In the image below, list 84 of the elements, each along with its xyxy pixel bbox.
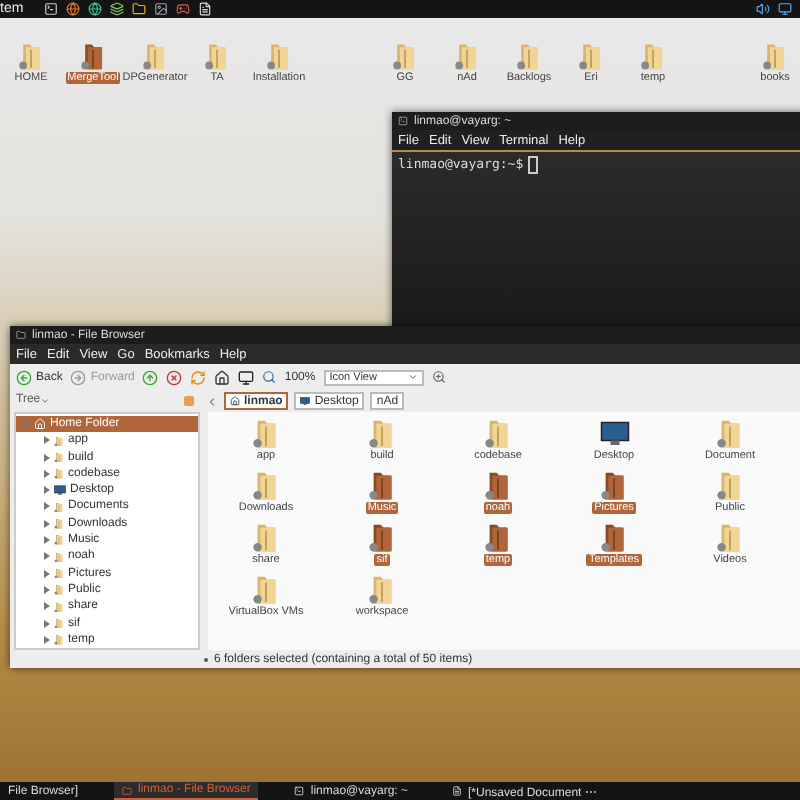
cursor bbox=[527, 156, 538, 174]
folder-icon bbox=[18, 42, 44, 71]
globe-icon[interactable] bbox=[65, 2, 80, 16]
folder-icon bbox=[54, 634, 64, 646]
folder-icon bbox=[516, 42, 542, 71]
expander-icon[interactable] bbox=[42, 536, 50, 545]
forward-icon bbox=[70, 369, 87, 385]
folder-icon bbox=[142, 42, 168, 71]
folder-icon bbox=[716, 470, 744, 501]
folder-icon bbox=[368, 574, 396, 605]
folder-icon bbox=[54, 551, 64, 563]
monitor-icon bbox=[300, 396, 311, 406]
zoom-icon[interactable] bbox=[431, 370, 446, 384]
terminal-icon bbox=[294, 786, 305, 796]
folder-icon bbox=[80, 42, 106, 71]
folder-icon bbox=[600, 522, 628, 553]
folder-icon bbox=[54, 534, 64, 546]
folder-icon bbox=[204, 42, 230, 71]
gamepad-icon[interactable] bbox=[175, 2, 190, 16]
up-icon[interactable] bbox=[142, 369, 159, 385]
folder-icon bbox=[484, 522, 512, 553]
terminal-icon[interactable] bbox=[43, 2, 58, 16]
expander-icon[interactable] bbox=[42, 552, 50, 561]
caret-icon bbox=[407, 372, 418, 382]
folder-icon bbox=[392, 42, 418, 71]
monitor-icon bbox=[54, 484, 66, 497]
zoom-icon[interactable] bbox=[262, 370, 277, 384]
volume-icon[interactable] bbox=[756, 2, 770, 16]
folder-icon bbox=[54, 468, 64, 480]
home-icon bbox=[34, 417, 46, 430]
folder-icon bbox=[54, 501, 64, 513]
folder-icon bbox=[368, 470, 396, 501]
folder-icon bbox=[368, 522, 396, 553]
stop-icon[interactable] bbox=[166, 369, 183, 385]
document-icon[interactable] bbox=[197, 2, 212, 16]
expander-icon[interactable] bbox=[42, 585, 50, 594]
expander-icon[interactable] bbox=[42, 486, 50, 495]
folder-icon bbox=[252, 574, 280, 605]
folder-icon bbox=[716, 418, 744, 449]
folder-icon bbox=[484, 470, 512, 501]
folder-icon bbox=[600, 470, 628, 501]
folder-icon bbox=[640, 42, 666, 71]
home-icon[interactable] bbox=[214, 369, 231, 385]
folder-icon bbox=[454, 42, 480, 71]
folder-icon bbox=[368, 418, 396, 449]
folder-icon[interactable] bbox=[131, 2, 146, 16]
folder-icon bbox=[266, 42, 292, 71]
home-icon bbox=[230, 396, 240, 406]
folder-icon bbox=[484, 418, 512, 449]
scroll-left-icon[interactable] bbox=[206, 395, 218, 407]
expander-icon[interactable] bbox=[42, 519, 50, 528]
expander-icon[interactable] bbox=[42, 602, 50, 611]
folder-icon bbox=[54, 567, 64, 579]
folder-icon bbox=[54, 518, 64, 530]
folder-icon bbox=[54, 584, 64, 596]
image-icon[interactable] bbox=[153, 2, 168, 16]
back-icon bbox=[16, 369, 32, 385]
layers-icon[interactable] bbox=[109, 2, 124, 16]
monitor-icon bbox=[599, 418, 629, 448]
folder-icon bbox=[122, 785, 133, 795]
folder-icon bbox=[252, 470, 280, 501]
monitor-icon[interactable] bbox=[778, 2, 792, 16]
expander-icon[interactable] bbox=[42, 453, 50, 462]
folder-icon bbox=[16, 330, 26, 340]
computer-icon[interactable] bbox=[238, 369, 255, 385]
folder-icon bbox=[762, 42, 788, 71]
expander-icon[interactable] bbox=[42, 569, 50, 578]
folder-icon bbox=[252, 522, 280, 553]
expander-icon[interactable] bbox=[42, 635, 50, 644]
expander-icon[interactable] bbox=[42, 619, 50, 628]
folder-icon bbox=[252, 418, 280, 449]
terminal-icon bbox=[398, 116, 408, 126]
folder-icon bbox=[54, 451, 64, 463]
folder-icon bbox=[54, 617, 64, 629]
caret-icon bbox=[40, 395, 51, 406]
expander-icon[interactable] bbox=[42, 436, 50, 445]
expander-icon[interactable] bbox=[42, 469, 50, 478]
folder-icon bbox=[716, 522, 744, 553]
folder-icon bbox=[54, 435, 64, 447]
globe-icon[interactable] bbox=[87, 2, 102, 16]
folder-icon bbox=[578, 42, 604, 71]
expander-icon[interactable] bbox=[42, 502, 50, 511]
document-icon bbox=[452, 786, 462, 796]
folder-icon bbox=[54, 601, 64, 612]
